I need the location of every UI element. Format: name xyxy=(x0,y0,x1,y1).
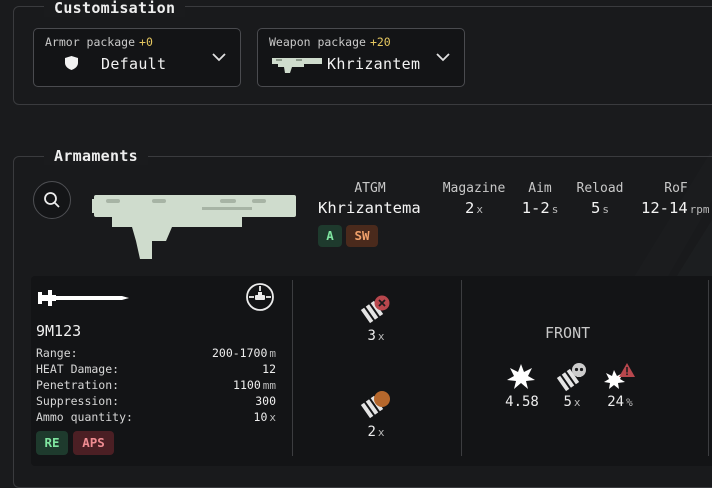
weapon-name: Khrizantema xyxy=(318,199,421,217)
ammo-name: 9M123 xyxy=(36,322,82,340)
count-unit: x xyxy=(377,426,385,439)
front-label: FRONT xyxy=(545,324,591,342)
armor-package-value: Default xyxy=(101,55,167,73)
rof-value: 12-14 rpm xyxy=(641,199,710,217)
weapon-package-value: Khrizantem xyxy=(327,55,421,73)
weapon-image xyxy=(92,195,296,259)
missile-icon xyxy=(38,290,129,306)
heat-damage-number: 12 xyxy=(262,362,276,376)
ammo-quantity-unit: x xyxy=(269,411,276,424)
weapon-package-label-text: Weapon package xyxy=(269,35,366,49)
aim-label: Aim xyxy=(528,181,552,196)
customisation-section: Customisation Armor package +0 Default We… xyxy=(13,0,712,105)
front-shells-number: 5 xyxy=(563,394,572,410)
chevron-down-icon xyxy=(212,53,226,62)
front-shells-value: 5x xyxy=(552,394,592,410)
divider xyxy=(708,280,709,456)
rof-number: 12-14 xyxy=(641,199,688,217)
shells-blocked-icon xyxy=(360,295,390,324)
tag-re-badge: RE xyxy=(36,431,68,455)
penetration-label: Penetration: xyxy=(36,378,120,392)
front-chance-value: 24% xyxy=(600,394,640,410)
chevron-down-icon xyxy=(436,53,450,62)
magazine-label: Magazine xyxy=(442,181,506,196)
count-value: 2x xyxy=(356,424,396,440)
ammo-quantity-number: 10 xyxy=(253,410,268,424)
weapon-package-select[interactable]: Weapon package +20 Khrizantem xyxy=(257,28,465,87)
weapon-package-bonus: +20 xyxy=(369,35,391,49)
weapon-package-label: Weapon package +20 xyxy=(269,35,391,49)
ammo-quantity-value: 10 x xyxy=(254,410,276,424)
search-icon xyxy=(44,192,60,208)
shells-skull-icon xyxy=(556,363,586,392)
count-unit: x xyxy=(377,330,385,343)
reload-number: 5 xyxy=(591,199,601,217)
reload-value: 5s xyxy=(570,199,630,217)
aim-unit: s xyxy=(551,203,559,216)
heat-damage-value: 12 xyxy=(262,362,276,376)
ammo-quantity-label: Ammo quantity: xyxy=(36,410,133,424)
range-value: 200-1700 m xyxy=(212,346,276,360)
magazine-unit: x xyxy=(476,203,483,216)
armor-package-bonus: +0 xyxy=(139,35,153,49)
divider xyxy=(461,280,462,456)
suppression-label: Suppression: xyxy=(36,394,120,408)
weapon-thumbnail-icon xyxy=(272,58,322,73)
customisation-title: Customisation xyxy=(44,0,186,17)
shells-orange-icon xyxy=(360,391,390,419)
armor-package-label: Armor package +0 xyxy=(45,35,153,49)
armor-package-select[interactable]: Armor package +0 Default xyxy=(33,28,241,87)
explosion-warning-icon xyxy=(604,363,635,389)
aim-value: 1-2 s xyxy=(514,199,566,217)
divider xyxy=(292,280,293,456)
shield-icon xyxy=(65,56,78,70)
heat-damage-label: HEAT Damage: xyxy=(36,362,120,376)
weapon-type-label: ATGM xyxy=(354,181,386,196)
front-damage-value: 4.58 xyxy=(500,394,544,410)
penetration-unit: mm xyxy=(262,379,276,392)
magazine-value: 2x xyxy=(436,199,512,217)
front-chance-unit: % xyxy=(626,396,633,409)
rof-label: RoF xyxy=(664,181,688,196)
reload-unit: s xyxy=(602,203,609,216)
armaments-title: Armaments xyxy=(44,147,148,165)
range-label: Range: xyxy=(36,346,78,360)
tag-a-badge: A xyxy=(318,225,342,247)
front-damage-number: 4.58 xyxy=(505,394,539,410)
rof-unit: rpm xyxy=(689,203,710,216)
count-value: 3x xyxy=(356,328,396,344)
tag-aps-badge: APS xyxy=(73,431,114,455)
front-shells-unit: x xyxy=(573,396,581,409)
count-number: 2 xyxy=(367,424,376,440)
explosion-icon xyxy=(507,364,535,389)
tag-sw-badge: SW xyxy=(346,225,378,247)
suppression-number: 300 xyxy=(255,394,276,408)
range-unit: m xyxy=(269,347,276,360)
magazine-number: 2 xyxy=(465,199,475,217)
armor-package-label-text: Armor package xyxy=(45,35,136,49)
aim-number: 1-2 xyxy=(521,199,550,217)
search-button[interactable] xyxy=(33,181,71,219)
reload-label: Reload xyxy=(576,181,624,196)
front-chance-number: 24 xyxy=(607,394,625,410)
penetration-number: 1100 xyxy=(233,378,261,392)
range-number: 200-1700 xyxy=(211,346,268,360)
penetration-value: 1100 mm xyxy=(233,378,276,392)
crosshair-icon[interactable] xyxy=(245,282,275,312)
suppression-value: 300 xyxy=(255,394,276,408)
count-number: 3 xyxy=(367,328,376,344)
